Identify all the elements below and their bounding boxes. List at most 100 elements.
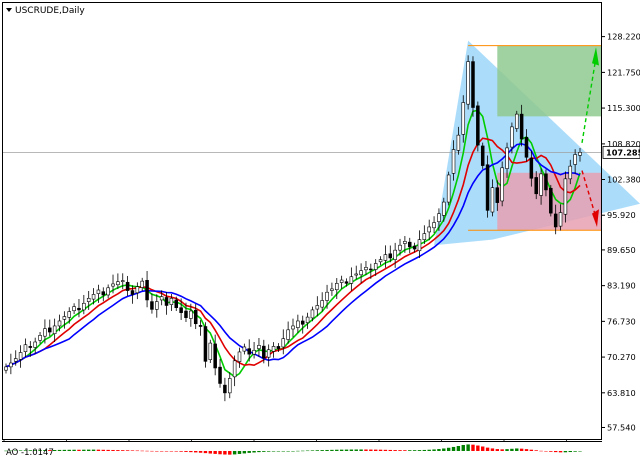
ao-bar [524, 449, 529, 451]
candle-body [150, 301, 154, 310]
ao-bar [544, 450, 548, 452]
ao-bar [91, 449, 96, 451]
ao-bar [369, 449, 373, 451]
candle-body [43, 328, 47, 337]
candle [208, 339, 213, 364]
ao-bar [558, 450, 563, 453]
ao-bar [266, 450, 271, 452]
ao-bar [145, 450, 149, 452]
candle-body [77, 307, 81, 311]
ao-bar [364, 449, 368, 451]
candle-body [91, 294, 96, 300]
ao-bar [252, 450, 256, 453]
candle-body [480, 145, 485, 166]
ao-bar [461, 444, 465, 451]
candle-body [369, 268, 373, 271]
ao-bar [296, 450, 300, 452]
candle-body [18, 352, 23, 360]
ao-bar [359, 449, 363, 451]
ao-bar [125, 450, 130, 451]
ao-bar [106, 449, 110, 451]
candle-body [471, 61, 475, 108]
candle [476, 101, 480, 152]
candle-body [398, 244, 402, 251]
candle-body [213, 343, 217, 369]
ao-bar [82, 449, 86, 451]
candle-body [169, 297, 174, 305]
ao-bar [320, 450, 324, 451]
ao-bar [257, 450, 261, 453]
ao-bar [412, 450, 417, 451]
candle-body [266, 349, 271, 358]
ao-bar [159, 450, 164, 452]
candle [549, 184, 553, 217]
ao-bar [96, 449, 101, 451]
candle-body [135, 286, 140, 294]
ao-bar [155, 450, 159, 452]
candle-body [101, 291, 106, 296]
candle-body [325, 291, 329, 301]
ao-bar [140, 450, 144, 452]
candle-body [393, 249, 397, 260]
price-tick-label: 115.300 [607, 103, 640, 113]
candle-body [120, 280, 125, 282]
candle-body [534, 177, 538, 195]
ao-bar [427, 449, 431, 451]
symbol-header[interactable]: USCRUDE,Daily [6, 6, 85, 16]
ao-bar [189, 450, 193, 453]
candle-body [155, 301, 159, 310]
candle-body [403, 241, 407, 244]
candle-body [442, 201, 446, 216]
candle-body [300, 320, 305, 325]
ao-bar [495, 449, 500, 451]
ao-bar [422, 449, 427, 451]
ao-bar [325, 449, 329, 451]
ao-bar [549, 450, 553, 452]
ao-bar [403, 450, 407, 451]
price-axis: 128.220121.750115.300108.820102.38095.92… [601, 3, 640, 440]
candle-body [544, 173, 548, 191]
candle-body [86, 297, 91, 302]
candle-body [145, 280, 149, 301]
candle-body [500, 167, 504, 202]
ao-bar [237, 450, 242, 454]
chart-window: 128.220 121.750 115.300 108.820 102.380 95.92… [0, 0, 640, 458]
candle-body [558, 212, 563, 227]
candle-body [159, 296, 164, 301]
candle-body [67, 311, 71, 318]
candle-body [218, 366, 222, 384]
ao-bar [553, 450, 558, 453]
ao-bar [164, 450, 169, 452]
candle-body [193, 309, 198, 325]
candle-body [296, 320, 300, 328]
ao-bar [563, 450, 568, 453]
candle [480, 142, 485, 169]
ao-bar [174, 450, 178, 452]
candle-body [388, 253, 393, 259]
price-tick-label: 128.220 [607, 32, 640, 42]
candle-body [28, 346, 33, 348]
candle-body [529, 157, 534, 179]
candle [515, 110, 519, 132]
candle-body [417, 239, 422, 252]
ao-bar [232, 450, 237, 455]
ao-bar [529, 449, 534, 451]
price-tick-label: 57.540 [607, 422, 636, 432]
chart-canvas: 128.220121.750115.300108.820102.38095.92… [2, 2, 640, 458]
ao-bar [417, 450, 422, 451]
ao-bar [388, 449, 392, 451]
candle [446, 171, 451, 206]
candle-body [505, 147, 509, 169]
price-tick-label: 95.920 [607, 210, 636, 220]
candle-body [96, 289, 101, 294]
ao-bar [456, 445, 461, 451]
ao-bar [72, 449, 76, 451]
candle-body [495, 187, 500, 203]
ao-bar [281, 450, 285, 452]
ao-bar [393, 450, 397, 451]
ao-bar [354, 449, 358, 451]
ao-bar [242, 450, 247, 454]
candle-body [510, 126, 514, 148]
candle-body [563, 178, 568, 215]
ao-bar [77, 449, 81, 451]
